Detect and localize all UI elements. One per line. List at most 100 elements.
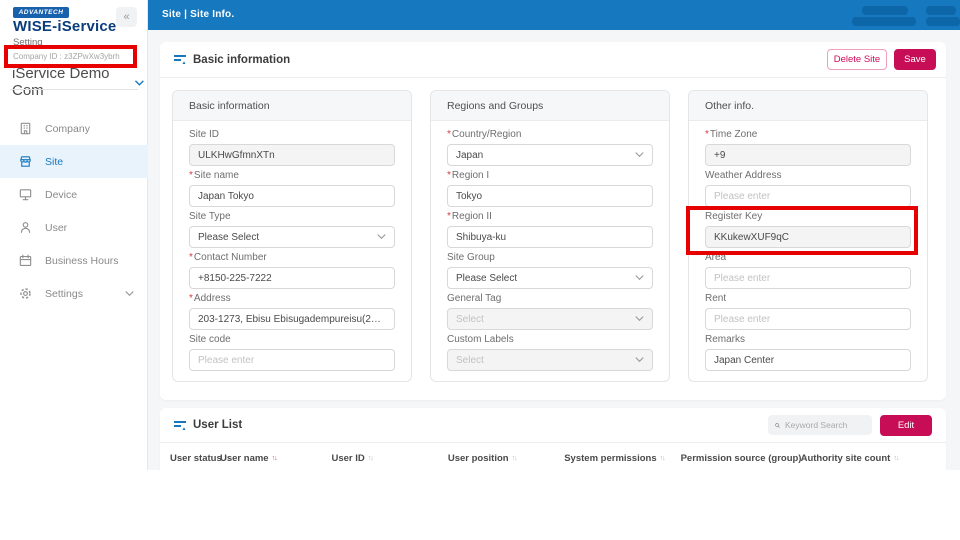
- redacted-topbar-item: [852, 17, 916, 26]
- sidebar-item-label: Company: [45, 122, 90, 135]
- user-icon: [18, 220, 33, 235]
- field-label: Site Type: [189, 211, 231, 222]
- region-2-input[interactable]: Shibuya-ku: [447, 226, 653, 248]
- sort-icon[interactable]: ↑↓: [512, 455, 518, 462]
- site-type-select[interactable]: Please Select: [189, 226, 395, 248]
- field-label: Weather Address: [705, 170, 782, 181]
- field-label: *Contact Number: [189, 252, 267, 263]
- product-title: WISE-iService: [13, 18, 117, 35]
- redacted-topbar-item: [926, 17, 960, 26]
- redacted-topbar-item: [926, 6, 956, 15]
- user-list-panel: User List Edit User status↑↓User name↑↓U…: [160, 408, 946, 470]
- chevron-down-icon: [377, 234, 386, 240]
- card-basic-information: Basic information Site ID ULKHwGfmnXTn *Sit…: [172, 90, 412, 382]
- storefront-icon: [18, 154, 33, 169]
- delete-site-button[interactable]: Delete Site: [827, 49, 887, 70]
- keyword-search-box[interactable]: [768, 415, 872, 435]
- rent-input[interactable]: Please enter: [705, 308, 911, 330]
- sidebar-item-user[interactable]: User: [0, 211, 148, 244]
- sidebar-item-label: Settings: [45, 287, 83, 300]
- remarks-input[interactable]: Japan Center: [705, 349, 911, 371]
- field-label: *Address: [189, 293, 231, 304]
- field-label: Site Group: [447, 252, 495, 263]
- site-code-input[interactable]: Please enter: [189, 349, 395, 371]
- field-label: General Tag: [447, 293, 502, 304]
- card-title: Other info.: [689, 91, 927, 121]
- weather-address-input[interactable]: Please enter: [705, 185, 911, 207]
- address-input[interactable]: 203-1273, Ebisu Ebisugadempureisu(20-kai…: [189, 308, 395, 330]
- column-header-user-id[interactable]: User ID ↑↓: [332, 453, 448, 464]
- sort-icon[interactable]: ↑↓: [368, 455, 374, 462]
- section-list-icon: [174, 420, 186, 430]
- sidebar-item-settings[interactable]: Settings: [0, 277, 148, 310]
- company-selector[interactable]: iService Demo Com: [12, 65, 144, 99]
- user-table-header-row: User status ↑↓ User name ↑↓ User ID ↑↓ User po…: [160, 443, 946, 470]
- redacted-topbar-item: [862, 6, 908, 15]
- area-input[interactable]: Please enter: [705, 267, 911, 289]
- sidebar-item-label: Device: [45, 188, 78, 201]
- sidebar-item-business-hours[interactable]: Business Hours: [0, 244, 148, 277]
- building-icon: [18, 121, 33, 136]
- sort-icon[interactable]: ↑↓: [272, 455, 278, 462]
- field-label: *Country/Region: [447, 129, 522, 140]
- register-key-input[interactable]: KKukewXUF9qC: [705, 226, 911, 248]
- topbar: Site | Site Info.: [148, 0, 960, 30]
- keyword-search-input[interactable]: [785, 420, 865, 430]
- sidebar-item-label: Business Hours: [45, 254, 119, 267]
- sidebar-item-device[interactable]: Device: [0, 178, 148, 211]
- company-id-text: Company ID : z3ZPwXw3ybrh: [13, 52, 120, 61]
- breadcrumb: Site | Site Info.: [162, 9, 235, 20]
- column-header-user-position[interactable]: User position ↑↓: [448, 453, 564, 464]
- field-label: Register Key: [705, 211, 763, 222]
- time-zone-input[interactable]: +9: [705, 144, 911, 166]
- field-label: *Region II: [447, 211, 492, 222]
- column-header-user-status[interactable]: User status ↑↓: [170, 453, 231, 464]
- chevron-down-icon: [635, 152, 644, 158]
- sidebar-menu: Company Site Device User Business Hours Setti…: [0, 112, 148, 310]
- field-label: Area: [705, 252, 727, 263]
- field-label: *Site name: [189, 170, 239, 181]
- column-header-authority-site-count[interactable]: Authority site count ↑↓: [801, 453, 946, 464]
- basic-information-panel: Basic information Delete Site Save Basic…: [160, 42, 946, 400]
- site-id-input[interactable]: ULKHwGfmnXTn: [189, 144, 395, 166]
- sort-icon[interactable]: ↑↓: [660, 455, 666, 462]
- field-label: *Time Zone: [705, 129, 758, 140]
- chevron-down-icon: [125, 288, 134, 300]
- chevron-down-icon: [635, 275, 644, 281]
- main-content: Basic information Delete Site Save Basic…: [148, 30, 960, 470]
- sidebar-divider: [10, 89, 138, 90]
- field-label: Rent: [705, 293, 727, 304]
- sidebar-item-site[interactable]: Site: [0, 145, 148, 178]
- gear-icon: [18, 286, 33, 301]
- column-header-system-permissions[interactable]: System permissions ↑↓: [564, 453, 680, 464]
- sidebar-item-company[interactable]: Company: [0, 112, 148, 145]
- advantech-logo: ADVANTECH: [13, 7, 69, 18]
- column-header-permission-source-group-[interactable]: Permission source (group) ↑↓: [681, 453, 811, 464]
- card-other-info-: Other info. *Time Zone +9 Weather Address Pl…: [688, 90, 928, 382]
- general-tag-select[interactable]: Select: [447, 308, 653, 330]
- user-list-header: User List Edit: [160, 408, 946, 442]
- column-header-user-name[interactable]: User name ↑↓: [220, 453, 332, 464]
- contact-number-input[interactable]: +8150-225-7222: [189, 267, 395, 289]
- card-title: Regions and Groups: [431, 91, 669, 121]
- country-region-select[interactable]: Japan: [447, 144, 653, 166]
- form-cards: Basic information Site ID ULKHwGfmnXTn *Sit…: [172, 90, 928, 382]
- field-label: Site ID: [189, 129, 220, 140]
- edit-button[interactable]: Edit: [880, 414, 932, 436]
- sidebar-collapse-button[interactable]: «: [116, 7, 137, 27]
- sidebar-item-label: Site: [45, 155, 64, 168]
- basic-information-header: Basic information Delete Site Save: [160, 42, 946, 78]
- chevron-down-icon: [635, 357, 644, 363]
- custom-labels-select[interactable]: Select: [447, 349, 653, 371]
- save-button[interactable]: Save: [894, 49, 936, 70]
- sidebar: ADVANTECH « WISE-iService Setting Compan…: [0, 0, 148, 470]
- site-group-select[interactable]: Please Select: [447, 267, 653, 289]
- monitor-icon: [18, 187, 33, 202]
- calendar-icon: [18, 253, 33, 268]
- field-label: Custom Labels: [447, 334, 514, 345]
- field-label: *Region I: [447, 170, 490, 181]
- site-name-input[interactable]: Japan Tokyo: [189, 185, 395, 207]
- company-name-label: iService Demo Com: [12, 65, 110, 99]
- sort-icon[interactable]: ↑↓: [893, 455, 899, 462]
- region-1-input[interactable]: Tokyo: [447, 185, 653, 207]
